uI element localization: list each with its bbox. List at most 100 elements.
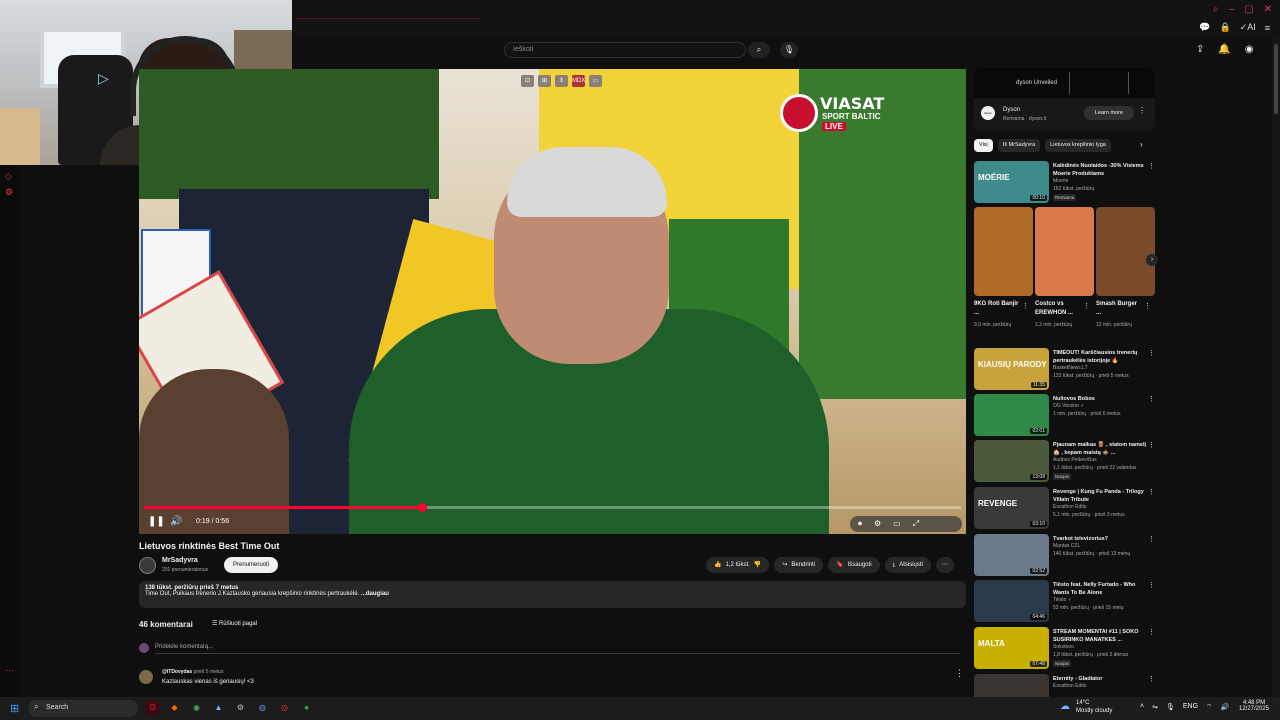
short-item[interactable]: Costco vs EREWHON ... 2,2 mln. peržiūrų … bbox=[1035, 207, 1094, 342]
opera-gx-icon[interactable]: O bbox=[145, 700, 160, 715]
chrome-icon[interactable]: ◉ bbox=[189, 700, 204, 715]
messenger-icon[interactable]: 💬 bbox=[1199, 22, 1210, 33]
progress-bar[interactable] bbox=[144, 503, 961, 512]
more-actions-button[interactable]: ⋯ bbox=[935, 557, 954, 573]
short-item[interactable]: Smash Burger ... 12 mln. peržiūrų ⋮ bbox=[1096, 207, 1155, 342]
channel-name[interactable]: MrSadyvra bbox=[162, 557, 198, 564]
maximize-icon[interactable]: ▢ bbox=[1244, 4, 1253, 15]
comment-author-avatar[interactable] bbox=[139, 670, 153, 684]
recommended-video[interactable]: MOÉRIE 00:10 Kalėdinės Nuolaidos -30% Visi… bbox=[974, 161, 1164, 203]
recommended-menu-icon[interactable]: ⋮ bbox=[1148, 395, 1155, 403]
discord-icon[interactable]: ◍ bbox=[255, 700, 270, 715]
bookmark-icon: 🔖 bbox=[836, 562, 844, 568]
recommended-menu-icon[interactable]: ⋮ bbox=[1148, 349, 1155, 357]
windows-start-icon[interactable]: ⊞ bbox=[10, 702, 19, 715]
brave-icon[interactable]: ◆ bbox=[167, 700, 182, 715]
mic-tray-icon[interactable]: 🎙 bbox=[1166, 703, 1175, 712]
recommended-video[interactable]: 13:08 Pjaunam malkas 🪵 , statom namelį 🏠 … bbox=[974, 440, 1164, 482]
spotify-icon[interactable]: ● bbox=[299, 700, 314, 715]
opera-ai-icon[interactable]: ◇ bbox=[5, 171, 15, 181]
language-indicator[interactable]: ENG bbox=[1183, 703, 1198, 712]
chevron-right-icon[interactable]: › bbox=[1140, 140, 1143, 149]
shorts-next-icon[interactable]: › bbox=[1146, 254, 1158, 266]
description-box[interactable]: 138 tūkst. peržiūrų prieš 7 metus Time O… bbox=[139, 581, 966, 608]
video-player[interactable]: VIASAT SPORT BALTIC LIVE ⊡ ⊞ ‖ MDX ▭ ❚❚ … bbox=[139, 69, 966, 534]
recommended-menu-icon[interactable]: ⋮ bbox=[1148, 581, 1155, 589]
search-input[interactable]: Ieškoti bbox=[504, 42, 746, 58]
fullscreen-icon[interactable]: ⤢ bbox=[913, 519, 919, 529]
description-more-link[interactable]: ...daugiau bbox=[361, 591, 389, 597]
clock-date: 12/27/2025 bbox=[1238, 706, 1270, 712]
recommended-video[interactable]: 04:46 Tiësto feat. Nelly Furtado - Who Wa… bbox=[974, 580, 1164, 622]
chrome-alt-icon[interactable]: ◎ bbox=[277, 700, 292, 715]
chip-all[interactable]: Visi bbox=[974, 139, 993, 152]
close-icon[interactable]: ✕ bbox=[1264, 4, 1272, 15]
ad-learn-more-button[interactable]: Learn more bbox=[1084, 106, 1134, 120]
scrollbar-thumb[interactable] bbox=[1274, 44, 1278, 114]
arc-icon[interactable]: ▲ bbox=[211, 700, 226, 715]
speaker-icon[interactable]: 🔊 bbox=[1221, 703, 1230, 712]
chip-lkl[interactable]: Lietuvos krepšinio lyga bbox=[1045, 139, 1111, 152]
thumbs-down-icon[interactable]: 👎 bbox=[754, 557, 761, 573]
recommended-menu-icon[interactable]: ⋮ bbox=[1148, 675, 1155, 683]
recommended-menu-icon[interactable]: ⋮ bbox=[1148, 535, 1155, 543]
avatar[interactable]: ◉ bbox=[1245, 44, 1254, 55]
recommended-video[interactable]: KIAUSIŲ PARODY 11:35 TIMEOUT! Karščiausios… bbox=[974, 348, 1164, 390]
ext-button-2[interactable]: ⊞ bbox=[538, 75, 551, 87]
recommended-video[interactable]: MALTA 07:48 STREAM MOMENTAI #11 | SOKO SUS… bbox=[974, 627, 1164, 669]
theater-mode-icon[interactable]: ▭ bbox=[893, 519, 901, 529]
ext-button-3[interactable]: ‖ bbox=[555, 75, 568, 87]
recommended-video[interactable]: REVENGE 03:10 Revenge | Kung Fu Panda - Tr… bbox=[974, 487, 1164, 529]
ad-menu-icon[interactable]: ⋮ bbox=[1138, 106, 1146, 115]
ext-button-1[interactable]: ⊡ bbox=[521, 75, 534, 87]
short-menu-icon[interactable]: ⋮ bbox=[1022, 302, 1029, 310]
sidebar-more-icon[interactable]: ⋯ bbox=[5, 665, 15, 675]
volume-icon[interactable]: 🔊 bbox=[170, 516, 182, 527]
short-menu-icon[interactable]: ⋮ bbox=[1083, 302, 1090, 310]
upload-icon[interactable]: ⇪ bbox=[1196, 44, 1204, 55]
recommended-menu-icon[interactable]: ⋮ bbox=[1148, 488, 1155, 496]
download-button[interactable]: ⤓ Atsisiųsti bbox=[884, 557, 931, 573]
ext-button-5[interactable]: ▭ bbox=[589, 75, 602, 87]
taskbar-search[interactable]: Search bbox=[28, 700, 138, 717]
page-scrollbar[interactable] bbox=[1272, 38, 1280, 697]
chevron-up-icon[interactable]: ˄ bbox=[1140, 703, 1144, 712]
autoplay-toggle[interactable]: ⏺ bbox=[858, 519, 862, 529]
short-menu-icon[interactable]: ⋮ bbox=[1144, 302, 1151, 310]
settings-icon[interactable]: ⚙ bbox=[5, 187, 15, 197]
recommended-menu-icon[interactable]: ⋮ bbox=[1148, 441, 1155, 449]
subscribe-button[interactable]: Prenumeruoti bbox=[224, 557, 278, 573]
wifi-icon[interactable]: ⌔ bbox=[1206, 703, 1213, 712]
menu-icon[interactable]: ≡ bbox=[1265, 23, 1270, 33]
recommended-video[interactable]: 02:01 Nuliovos Bobos OG Version ✓ 1 mln. pe… bbox=[974, 394, 1164, 436]
recommended-menu-icon[interactable]: ⋮ bbox=[1148, 162, 1155, 170]
system-tray: ˄ ⇋ 🎙 ENG ⌔ 🔊 bbox=[1140, 703, 1229, 712]
short-item[interactable]: 9KG Roti Banjir ... 9,9 mln. peržiūrų ⋮ bbox=[974, 207, 1033, 342]
comment-author-name[interactable]: @ITDovydas bbox=[162, 669, 192, 675]
notifications-icon[interactable]: 🔔 bbox=[1218, 44, 1230, 55]
settings-app-icon[interactable]: ⚙ bbox=[233, 700, 248, 715]
search-tabs-icon[interactable]: ⌕ bbox=[1213, 4, 1219, 15]
share-button[interactable]: ↪ Bendrinti bbox=[774, 557, 824, 573]
minimize-icon[interactable]: – bbox=[1229, 4, 1235, 15]
recommended-video[interactable]: 02:52 Tvarkot televizorius? Mantas CZL 146 … bbox=[974, 534, 1164, 576]
scrubber-handle[interactable] bbox=[417, 503, 427, 512]
settings-icon[interactable]: ⚙ bbox=[874, 519, 881, 529]
pause-icon[interactable]: ❚❚ bbox=[148, 516, 165, 527]
lock-icon[interactable]: 🔒 bbox=[1219, 22, 1230, 33]
ai-icon[interactable]: ✓AI bbox=[1240, 22, 1256, 33]
search-button[interactable]: ⌕ bbox=[748, 42, 770, 58]
comment-menu-icon[interactable]: ⋮ bbox=[955, 668, 964, 679]
like-button[interactable]: 👍 1,2 tūkst. 👎 bbox=[706, 557, 770, 573]
voice-search-button[interactable]: 🎙 bbox=[780, 42, 798, 58]
taskbar-clock[interactable]: 4:48 PM 12/27/2025 bbox=[1236, 700, 1272, 712]
ext-button-4[interactable]: MDX bbox=[572, 75, 585, 87]
network-icon[interactable]: ⇋ bbox=[1152, 703, 1158, 712]
channel-avatar[interactable] bbox=[139, 557, 156, 574]
recommended-menu-icon[interactable]: ⋮ bbox=[1148, 628, 1155, 636]
chip-channel[interactable]: Iš MrSadyvra bbox=[997, 139, 1041, 152]
sort-comments-button[interactable]: ☰ Rūšiuoti pagal bbox=[212, 620, 257, 627]
save-button[interactable]: 🔖 Išsaugoti bbox=[828, 557, 880, 573]
add-comment-input[interactable]: Pridėkite komentarą... bbox=[155, 644, 960, 654]
sponsored-ad[interactable]: dyson Unveiled dyson Dyson Remiama · dys… bbox=[974, 68, 1155, 131]
